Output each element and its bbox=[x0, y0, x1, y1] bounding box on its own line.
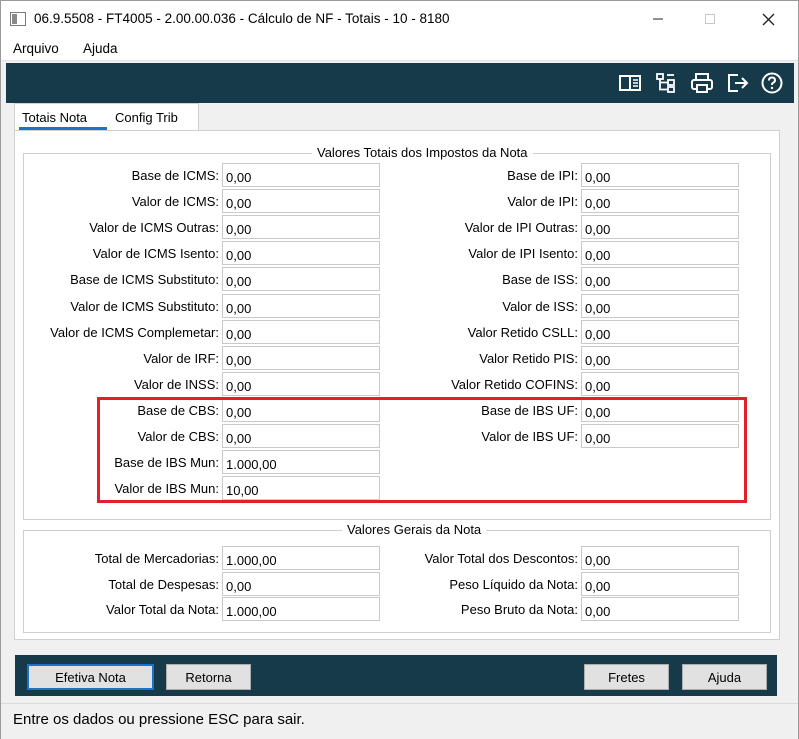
efetiva-nota-button[interactable]: Efetiva Nota bbox=[27, 664, 154, 690]
value-field[interactable]: 0,00 bbox=[222, 189, 380, 214]
highlight-box bbox=[97, 397, 747, 503]
window-title: 06.9.5508 - FT4005 - 2.00.00.036 - Cálcu… bbox=[34, 11, 450, 26]
value-field[interactable]: 0,00 bbox=[581, 241, 739, 266]
button-bar: Efetiva Nota Retorna Fretes Ajuda bbox=[15, 655, 777, 696]
fretes-button[interactable]: Fretes bbox=[584, 664, 669, 690]
field-label: Valor de IPI Isento: bbox=[468, 246, 578, 262]
value-field[interactable]: 0,00 bbox=[581, 319, 739, 344]
field-label: Valor de ICMS Outras: bbox=[89, 220, 219, 236]
close-button[interactable] bbox=[745, 1, 791, 37]
field-label: Peso Bruto da Nota: bbox=[460, 602, 578, 617]
field-label: Base de ISS: bbox=[502, 272, 578, 288]
value-field[interactable]: 0,00 bbox=[222, 371, 380, 396]
field-label: Valor de ICMS Isento: bbox=[92, 246, 219, 262]
value-field[interactable]: 0,00 bbox=[581, 163, 739, 187]
status-bar: Entre os dados ou pressione ESC para sai… bbox=[1, 703, 798, 739]
field-label: Base de ICMS Substituto: bbox=[70, 272, 219, 288]
field-label: Valor de ICMS Complemetar: bbox=[50, 324, 219, 340]
field-label: Valor Retido COFINS: bbox=[451, 376, 578, 392]
field-label: Peso Líquido da Nota: bbox=[449, 576, 578, 592]
value-field[interactable]: 0,00 bbox=[222, 319, 380, 344]
group-title: Valores Totais dos Impostos da Nota bbox=[312, 145, 533, 160]
field-label: Valor de ICMS Substituto: bbox=[70, 298, 219, 314]
field-label: Valor Retido PIS: bbox=[479, 350, 578, 366]
value-field[interactable]: 0,00 bbox=[581, 267, 739, 292]
help-icon[interactable] bbox=[760, 71, 784, 95]
value-field[interactable]: 0,00 bbox=[581, 345, 739, 370]
minimize-icon bbox=[653, 18, 663, 20]
value-field[interactable]: 0,00 bbox=[581, 189, 739, 214]
value-field[interactable]: 0,00 bbox=[222, 571, 380, 596]
retorna-button[interactable]: Retorna bbox=[166, 664, 251, 690]
tab-label: Totais Nota bbox=[22, 110, 88, 125]
value-field[interactable]: 0,00 bbox=[581, 371, 739, 396]
book-icon[interactable] bbox=[618, 71, 642, 95]
minimize-button[interactable] bbox=[635, 1, 681, 37]
value-field[interactable]: 0,00 bbox=[222, 345, 380, 370]
toolbar bbox=[6, 63, 794, 103]
field-label: Total de Despesas: bbox=[108, 576, 219, 592]
field-label: Valor de INSS: bbox=[133, 376, 219, 392]
value-field[interactable]: 0,00 bbox=[581, 215, 739, 240]
maximize-icon bbox=[705, 14, 715, 24]
field-label: Total de Mercadorias: bbox=[94, 551, 219, 566]
tab-config-trib[interactable]: Config Trib bbox=[108, 103, 199, 131]
ajuda-button[interactable]: Ajuda bbox=[682, 664, 767, 690]
main-window: 06.9.5508 - FT4005 - 2.00.00.036 - Cálcu… bbox=[0, 0, 799, 739]
tab-totais-nota[interactable]: Totais Nota bbox=[14, 103, 109, 131]
field-label: Valor de IPI Outras: bbox=[464, 220, 578, 236]
field-label: Valor Total da Nota: bbox=[106, 602, 219, 617]
value-field[interactable]: 1.000,00 bbox=[222, 597, 380, 621]
exit-icon[interactable] bbox=[726, 71, 750, 95]
value-field[interactable]: 0,00 bbox=[222, 293, 380, 318]
status-text: Entre os dados ou pressione ESC para sai… bbox=[13, 711, 305, 728]
value-field[interactable]: 0,00 bbox=[222, 267, 380, 292]
menu-bar: Arquivo Ajuda bbox=[1, 37, 798, 61]
tab-panel: Valores Totais dos Impostos da Nota Base… bbox=[14, 130, 780, 640]
value-field[interactable]: 0,00 bbox=[222, 215, 380, 240]
value-field[interactable]: 0,00 bbox=[222, 163, 380, 187]
group-gerais: Valores Gerais da Nota Total de Mercador… bbox=[23, 522, 771, 633]
tab-label: Config Trib bbox=[115, 110, 178, 125]
value-field[interactable]: 0,00 bbox=[581, 597, 739, 621]
value-field[interactable]: 0,00 bbox=[581, 571, 739, 596]
field-label: Valor de IPI: bbox=[507, 194, 578, 210]
value-field[interactable]: 0,00 bbox=[222, 241, 380, 266]
value-field[interactable]: 1.000,00 bbox=[222, 546, 380, 570]
field-label: Valor de IRF: bbox=[143, 350, 219, 366]
field-label: Base de ICMS: bbox=[131, 168, 219, 183]
field-label: Valor de ISS: bbox=[502, 298, 578, 314]
print-icon[interactable] bbox=[690, 71, 714, 95]
menu-arquivo[interactable]: Arquivo bbox=[13, 41, 59, 56]
title-bar: 06.9.5508 - FT4005 - 2.00.00.036 - Cálcu… bbox=[1, 1, 798, 37]
value-field[interactable]: 0,00 bbox=[581, 546, 739, 570]
field-label: Valor Total dos Descontos: bbox=[424, 551, 578, 566]
field-label: Valor Retido CSLL: bbox=[467, 324, 578, 340]
maximize-button[interactable] bbox=[687, 1, 733, 37]
menu-ajuda[interactable]: Ajuda bbox=[83, 41, 118, 56]
app-icon bbox=[10, 12, 26, 26]
field-label: Valor de ICMS: bbox=[131, 194, 219, 210]
tree-icon[interactable] bbox=[654, 71, 678, 95]
field-label: Base de IPI: bbox=[507, 168, 578, 183]
group-title: Valores Gerais da Nota bbox=[342, 522, 487, 537]
value-field[interactable]: 0,00 bbox=[581, 293, 739, 318]
close-icon bbox=[762, 13, 774, 25]
